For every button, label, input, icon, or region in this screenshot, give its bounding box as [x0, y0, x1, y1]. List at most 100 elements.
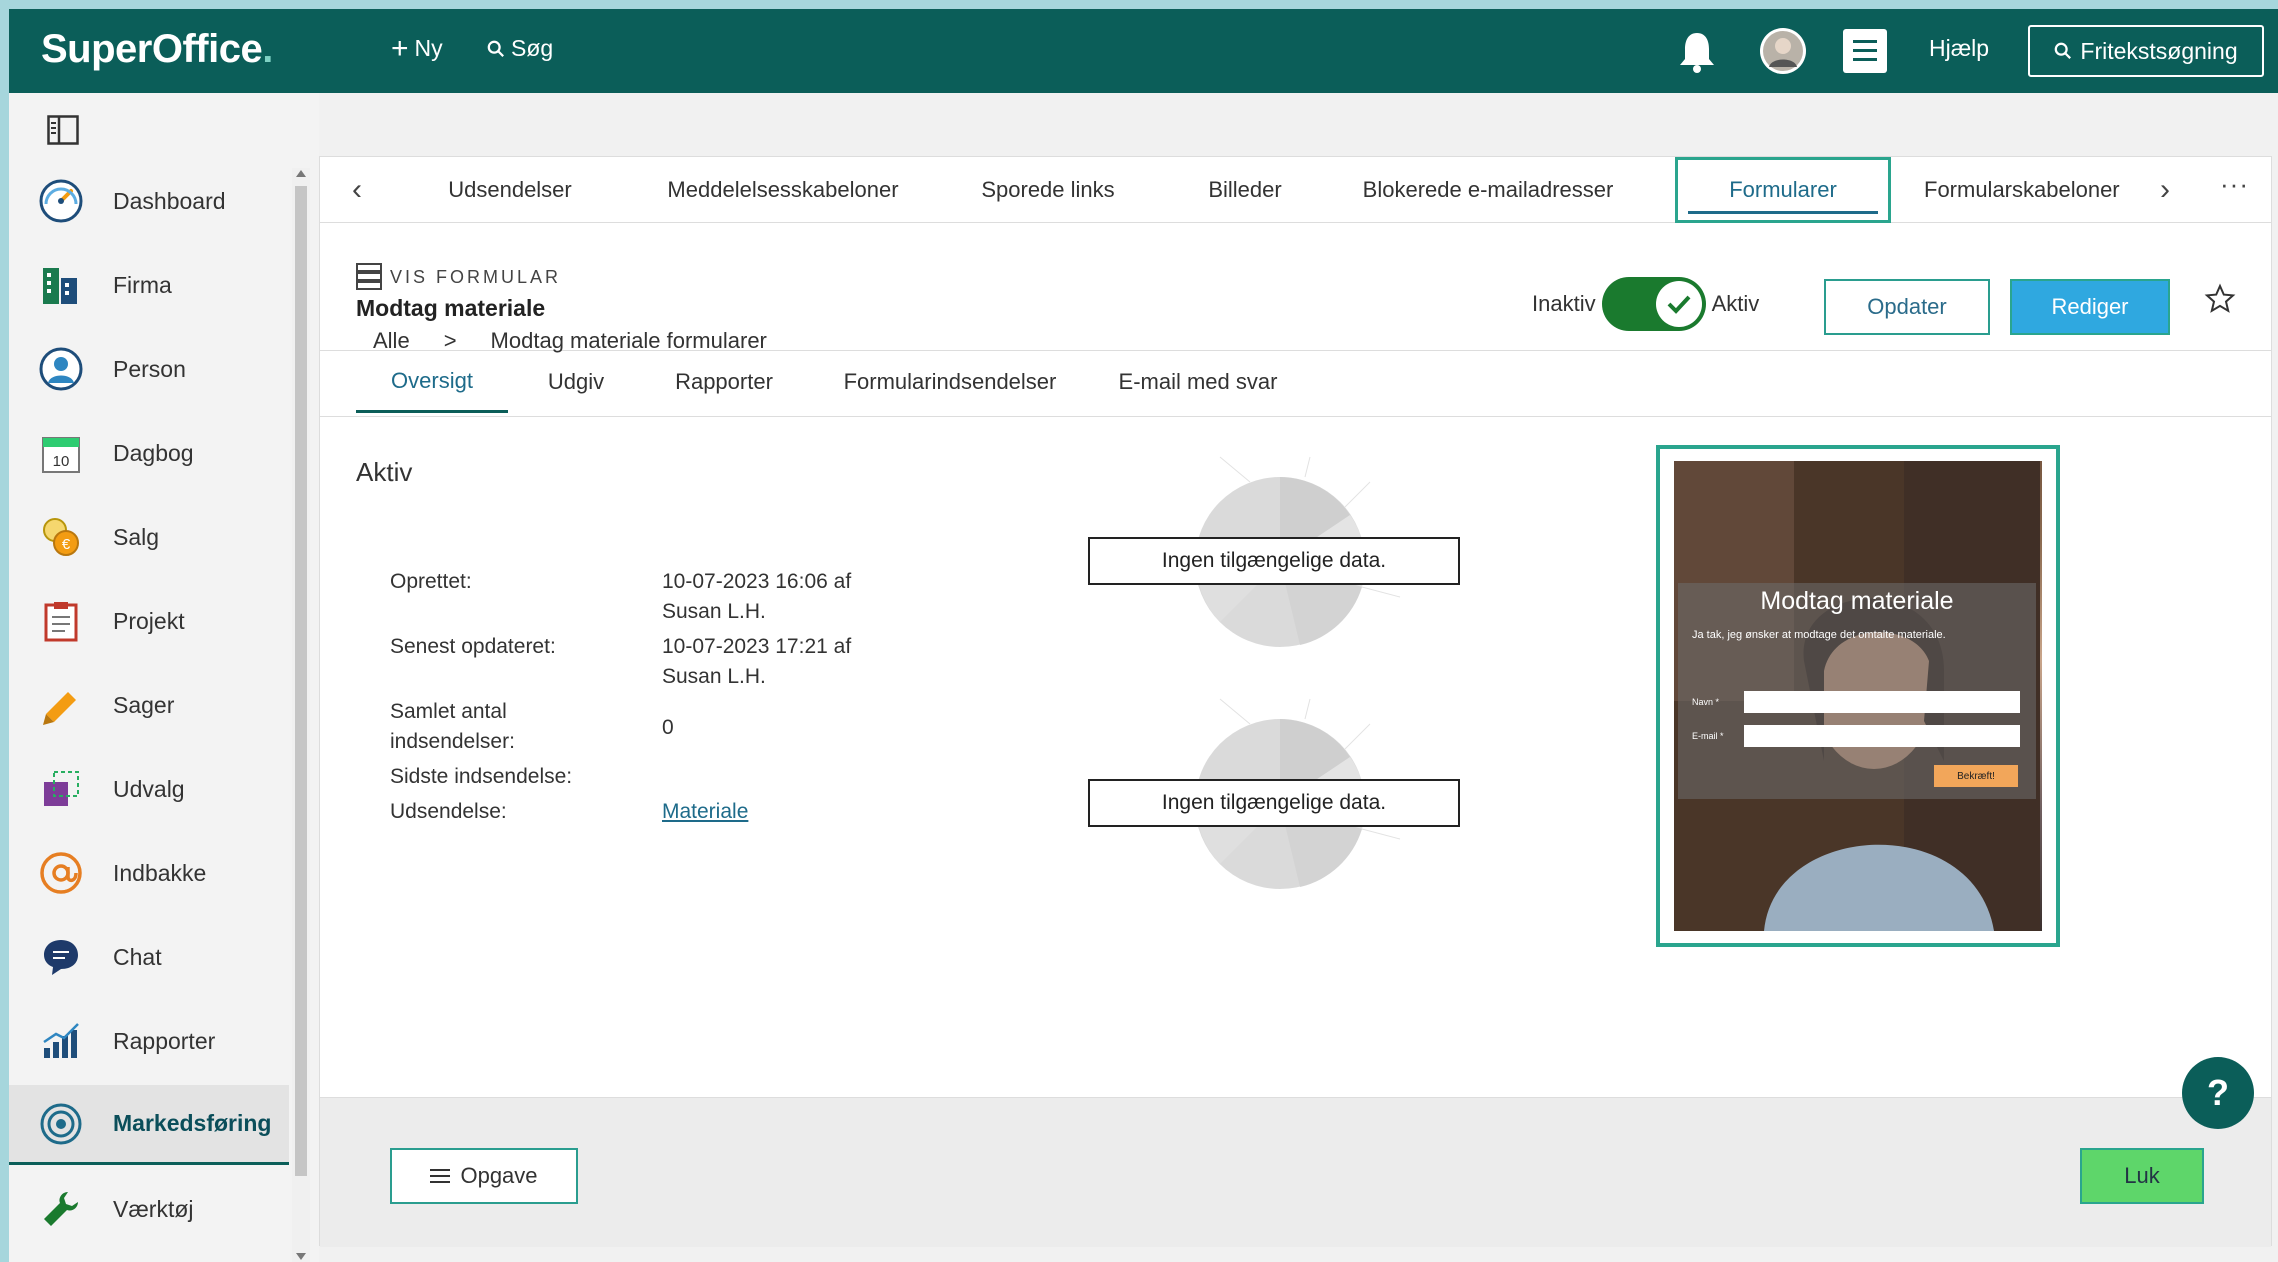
subtab-rapporter[interactable]: Rapporter — [654, 351, 794, 413]
chat-icon — [37, 933, 85, 981]
search-icon — [2055, 42, 2072, 59]
subtab-e-mail-med-svar[interactable]: E-mail med svar — [1098, 351, 1298, 413]
sidebar-toggle-icon[interactable] — [47, 115, 79, 145]
new-button[interactable]: + Ny — [391, 31, 443, 65]
preview-email-input — [1744, 725, 2020, 747]
last-submission-label: Sidste indsendelse: — [390, 765, 573, 788]
search-icon — [487, 40, 504, 57]
edit-button[interactable]: Rediger — [2010, 279, 2170, 335]
calendar-icon: 10 — [37, 429, 85, 477]
target-icon — [37, 1100, 85, 1148]
mailing-link[interactable]: Materiale — [662, 797, 748, 827]
superoffice-logo[interactable]: SuperOffice. — [41, 27, 273, 72]
task-button[interactable]: Opgave — [390, 1148, 578, 1204]
chevron-right-icon[interactable]: › — [2160, 173, 2170, 207]
more-options-icon[interactable]: ··· — [2220, 169, 2249, 200]
at-icon — [37, 849, 85, 897]
close-button[interactable]: Luk — [2080, 1148, 2204, 1204]
help-link[interactable]: Hjælp — [1929, 35, 1989, 62]
app-window: SuperOffice. + Ny Søg Hjælp Fritekstsøgn… — [9, 9, 2278, 1262]
preview-submit-button: Bekræft! — [1934, 765, 2018, 787]
nav-item-markedsforing[interactable]: Markedsføring — [9, 1085, 289, 1165]
chevron-left-icon[interactable]: ‹ — [352, 173, 362, 207]
clipboard-icon — [37, 597, 85, 645]
scroll-up-icon[interactable] — [296, 170, 306, 177]
help-button[interactable]: ? — [2182, 1057, 2254, 1129]
form-header: VIS FORMULAR Modtag materiale Alle > Mod… — [320, 223, 2271, 353]
created-label: Oprettet: — [390, 570, 472, 593]
no-data-message: Ingen tilgængelige data. — [1088, 537, 1460, 585]
menu-icon[interactable] — [1843, 29, 1887, 73]
nav-item-sager[interactable]: Sager — [9, 665, 289, 745]
nav-item-dagbog[interactable]: 10 Dagbog — [9, 413, 289, 493]
preview-name-input — [1744, 691, 2020, 713]
active-toggle-group: Inaktiv Aktiv — [1532, 277, 1759, 331]
freetext-search-button[interactable]: Fritekstsøgning — [2028, 25, 2264, 77]
preview-name-label: Navn * — [1692, 697, 1720, 707]
subtab-formularindsendelser[interactable]: Formularindsendelser — [830, 351, 1070, 413]
active-toggle[interactable] — [1601, 277, 1706, 331]
nav-item-indbakke[interactable]: Indbakke — [9, 833, 289, 913]
preview-title: Modtag materiale — [1760, 587, 1954, 615]
plus-icon: + — [391, 31, 409, 65]
tab-bar: ‹ Udsendelser Meddelelsesskabeloner Spor… — [320, 157, 2271, 223]
main-panel: ‹ Udsendelser Meddelelsesskabeloner Spor… — [319, 156, 2272, 1247]
tab-billeder[interactable]: Billeder — [1178, 157, 1312, 223]
scroll-down-icon[interactable] — [296, 1253, 306, 1260]
bell-icon[interactable] — [1677, 29, 1717, 73]
section-label: VIS FORMULAR — [356, 263, 561, 291]
gauge-icon — [37, 177, 85, 225]
sub-tab-bar: Oversigt Udgiv Rapporter Formularindsend… — [320, 351, 2271, 417]
nav-item-rapporter[interactable]: Rapporter — [9, 1001, 289, 1081]
tab-sporede-links[interactable]: Sporede links — [958, 157, 1138, 223]
preview-text: Ja tak, jeg ønsker at modtage det omtalt… — [1692, 629, 1946, 641]
update-button[interactable]: Opdater — [1824, 279, 1990, 335]
toggle-off-label: Inaktiv — [1532, 291, 1596, 316]
scroll-thumb[interactable] — [295, 186, 307, 1176]
form-preview-image: Modtag materiale Ja tak, jeg ønsker at m… — [1674, 461, 2042, 931]
nav-item-firma[interactable]: Firma — [9, 245, 289, 325]
page-title: Modtag materiale — [356, 295, 546, 321]
created-value: 10-07-2023 16:06 af Susan L.H. — [662, 570, 852, 623]
nav-item-salg[interactable]: € Salg — [9, 497, 289, 577]
svg-text:10: 10 — [53, 453, 70, 470]
nav-item-dashboard[interactable]: Dashboard — [9, 161, 289, 241]
mailing-label: Udsendelse: — [390, 800, 507, 823]
no-data-message: Ingen tilgængelige data. — [1088, 779, 1460, 827]
avatar[interactable] — [1759, 27, 1807, 75]
form-preview[interactable]: Modtag materiale Ja tak, jeg ønsker at m… — [1656, 445, 2060, 947]
nav-item-chat[interactable]: Chat — [9, 917, 289, 997]
subtab-oversigt[interactable]: Oversigt — [356, 351, 508, 413]
preview-email-label: E-mail * — [1692, 731, 1724, 741]
status-label: Aktiv — [356, 457, 413, 487]
tab-udsendelser[interactable]: Udsendelser — [416, 157, 604, 223]
building-icon — [37, 261, 85, 309]
total-submissions-label: Samlet antal indsendelser: — [390, 700, 515, 753]
tab-formularskabeloner[interactable]: Formularskabeloner — [1924, 157, 2138, 223]
tab-blokerede-e-mailadresser[interactable]: Blokerede e-mailadresser — [1348, 157, 1628, 223]
nav-item-udvalg[interactable]: Udvalg — [9, 749, 289, 829]
tab-meddelelsesskabeloner[interactable]: Meddelelsesskabeloner — [640, 157, 926, 223]
search-button[interactable]: Søg — [487, 35, 553, 62]
bar-chart-icon — [37, 1017, 85, 1065]
updated-label: Senest opdateret: — [390, 635, 556, 658]
tab-formularer[interactable]: Formularer — [1675, 157, 1891, 223]
check-icon — [1667, 295, 1691, 314]
total-submissions-value: 0 — [662, 716, 674, 739]
toggle-on-label: Aktiv — [1711, 291, 1760, 316]
nav-item-person[interactable]: Person — [9, 329, 289, 409]
top-bar: SuperOffice. + Ny Søg Hjælp Fritekstsøgn… — [9, 9, 2278, 93]
coins-icon: € — [37, 513, 85, 561]
nav-scrollbar[interactable] — [292, 168, 310, 1262]
selection-icon — [37, 765, 85, 813]
pencil-icon — [37, 681, 85, 729]
nav-item-projekt[interactable]: Projekt — [9, 581, 289, 661]
submissions-chart-2: Ingen tilgængelige data. — [1088, 679, 1460, 899]
star-icon[interactable] — [2204, 283, 2236, 315]
hamburger-icon — [430, 1169, 451, 1183]
submissions-chart-1: Ingen tilgængelige data. — [1088, 437, 1460, 657]
subtab-udgiv[interactable]: Udgiv — [530, 351, 622, 413]
nav-item-vaerktoj[interactable]: Værktøj — [9, 1169, 289, 1249]
left-navigation: Dashboard Firma Person 10 Dagbog € Salg — [9, 93, 319, 1262]
updated-value: 10-07-2023 17:21 af Susan L.H. — [662, 635, 852, 688]
